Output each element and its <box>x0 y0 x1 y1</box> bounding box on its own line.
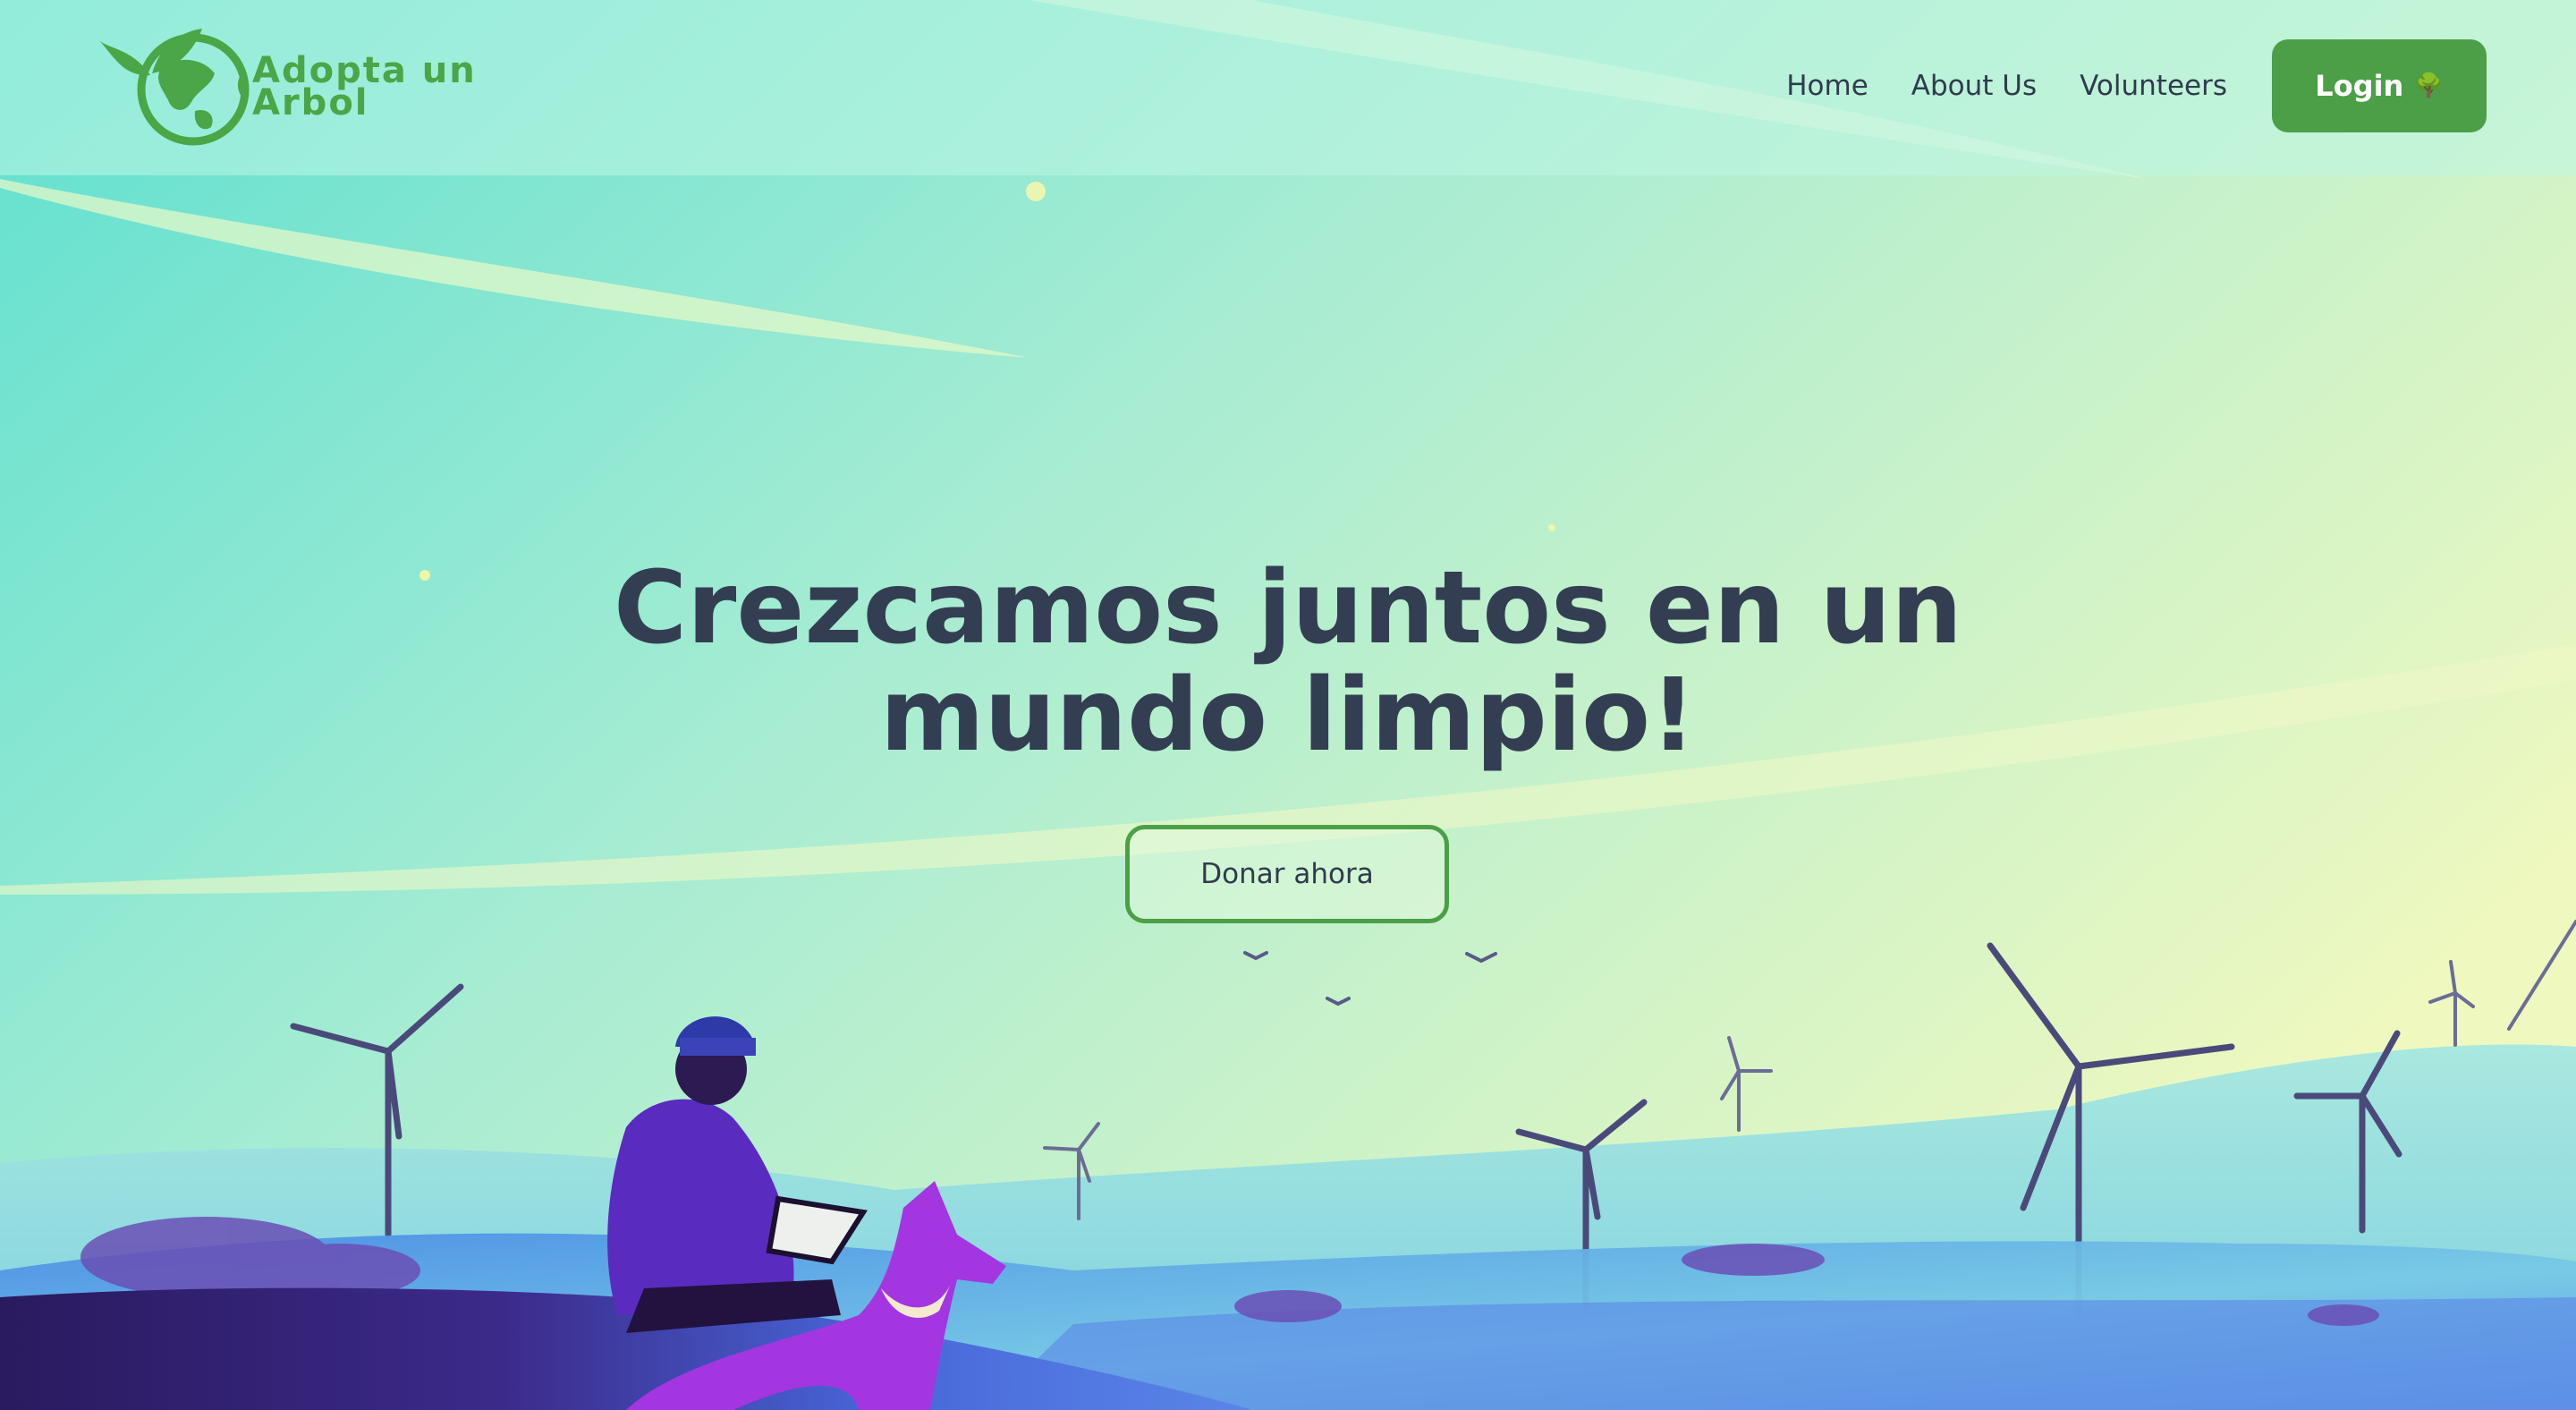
nav-link-home[interactable]: Home <box>1786 70 1868 102</box>
login-button-label: Login <box>2315 69 2404 103</box>
login-button[interactable]: Login 🌳 <box>2272 39 2487 132</box>
nav-link-about-us[interactable]: About Us <box>1911 70 2037 102</box>
hero-title-line-2: mundo limpio! <box>879 658 1697 774</box>
hero-section: Crezcamos juntos en un mundo limpio! <box>0 555 2576 769</box>
brand-logo[interactable]: Adopta un Arbol <box>97 21 477 152</box>
hero-title: Crezcamos juntos en un mundo limpio! <box>0 555 2576 769</box>
tree-icon: 🌳 <box>2414 72 2444 99</box>
donate-now-label: Donar ahora <box>1200 858 1374 890</box>
globe-with-leaves-icon <box>98 29 250 146</box>
donate-now-button[interactable]: Donar ahora <box>1125 825 1449 923</box>
navbar: Adopta un Arbol Home About Us Volunteers… <box>0 0 2576 175</box>
nav-link-volunteers[interactable]: Volunteers <box>2080 70 2227 102</box>
brand-name-line-2: Arbol <box>252 82 369 123</box>
brand-name: Adopta un Arbol <box>252 53 477 123</box>
hero-title-line-1: Crezcamos juntos en un <box>613 550 1962 667</box>
main-nav: Home About Us Volunteers Login 🌳 <box>1786 39 2487 132</box>
